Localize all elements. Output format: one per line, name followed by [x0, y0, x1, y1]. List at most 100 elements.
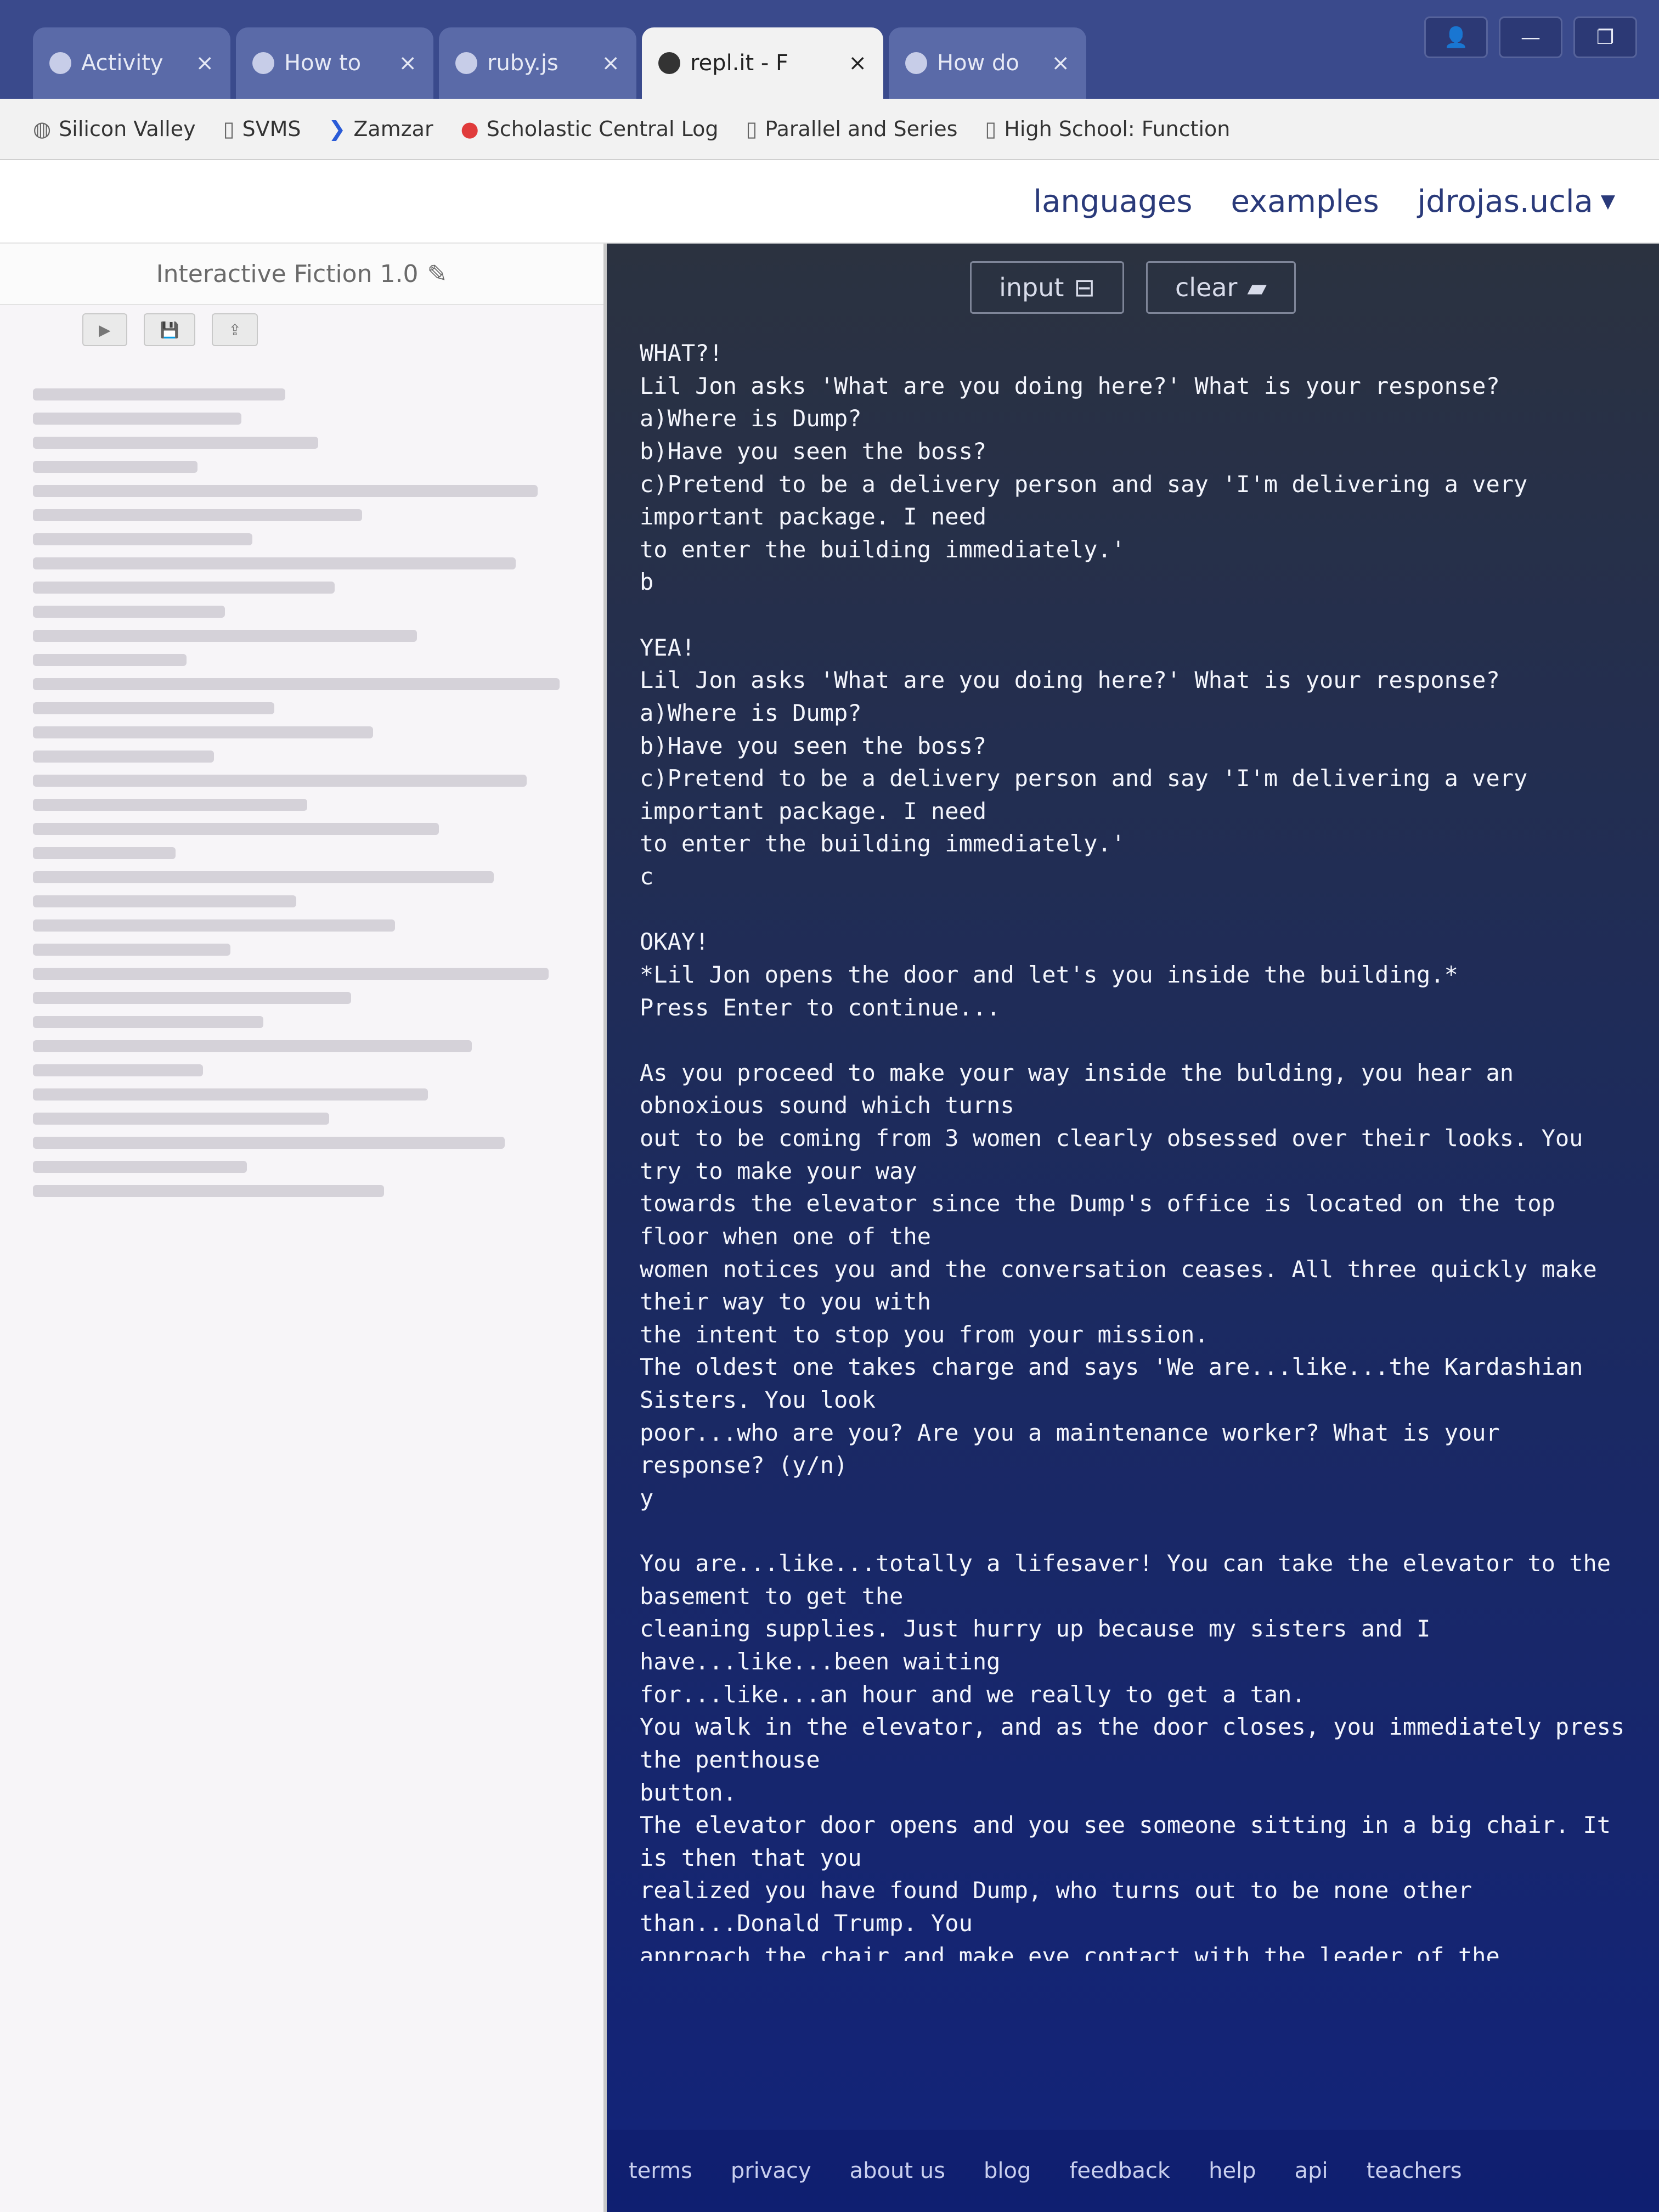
footer-link-help[interactable]: help [1209, 2158, 1256, 2183]
bookmark-label: High School: Function [1004, 117, 1231, 141]
footer-link-about[interactable]: about us [850, 2158, 945, 2183]
code-line [33, 895, 296, 907]
tab-label: How to [284, 50, 362, 76]
footer-link-terms[interactable]: terms [629, 2158, 692, 2183]
console-line: out to be coming from 3 women clearly ob… [640, 1125, 1597, 1184]
workspace: Interactive Fiction 1.0 ✎ ▶ 💾 ⇪ input ⊟ … [0, 244, 1659, 2212]
google-icon [455, 52, 477, 74]
bookmark-label: Zamzar [353, 117, 433, 141]
bookmark-zamzar[interactable]: ❯ Zamzar [329, 117, 433, 141]
console-line: poor...who are you? Are you a maintenanc… [640, 1419, 1514, 1479]
close-icon[interactable]: × [398, 50, 417, 76]
console-line: towards the elevator since the Dump's of… [640, 1190, 1570, 1250]
maximize-icon[interactable]: ❐ [1573, 16, 1637, 58]
console-line: Press Enter to continue... [640, 994, 1001, 1021]
footer-link-blog[interactable]: blog [984, 2158, 1031, 2183]
editor-pane: Interactive Fiction 1.0 ✎ ▶ 💾 ⇪ [0, 244, 607, 2212]
console-line: b)Have you seen the boss? [640, 437, 987, 465]
code-line [33, 606, 225, 618]
code-line [33, 1185, 384, 1197]
bookmark-svms[interactable]: ▯ SVMS [223, 117, 301, 141]
console-line: The elevator door opens and you see some… [640, 1812, 1625, 1871]
globe-icon: ◍ [33, 117, 52, 141]
nav-languages[interactable]: languages [1034, 184, 1193, 219]
replit-icon [658, 52, 680, 74]
console-line: OKAY! [640, 928, 709, 956]
tab-ruby[interactable]: ruby.js × [439, 27, 636, 99]
code-line [33, 1137, 505, 1149]
bookmark-silicon-valley[interactable]: ◍ Silicon Valley [33, 117, 196, 141]
console-line: button. [640, 1779, 737, 1806]
bookmark-parallel-series[interactable]: ▯ Parallel and Series [746, 117, 958, 141]
tab-activity[interactable]: Activity × [33, 27, 230, 99]
bookmark-label: Silicon Valley [59, 117, 196, 141]
code-line [33, 799, 307, 811]
console-line: c [640, 863, 654, 890]
clear-button[interactable]: clear ▰ [1146, 261, 1296, 314]
input-button[interactable]: input ⊟ [970, 261, 1124, 314]
share-icon[interactable]: ⇪ [212, 313, 258, 346]
code-line [33, 1016, 263, 1028]
input-icon: ⊟ [1074, 273, 1095, 302]
clear-label: clear [1175, 273, 1238, 302]
console-line: cleaning supplies. Just hurry up because… [640, 1615, 1444, 1675]
console-line: a)Where is Dump? [640, 405, 862, 432]
console-line: c)Pretend to be a delivery person and sa… [640, 470, 1542, 531]
console-pane: input ⊟ clear ▰ WHAT?! Lil Jon asks 'What… [607, 244, 1659, 2212]
bookmark-scholastic[interactable]: ● Scholastic Central Log [461, 117, 719, 141]
eraser-icon: ▰ [1247, 273, 1267, 302]
tab-label: ruby.js [487, 50, 558, 76]
profile-icon[interactable]: 👤 [1424, 16, 1488, 58]
console-line: b)Have you seen the boss? [640, 732, 987, 759]
minimize-icon[interactable]: — [1499, 16, 1562, 58]
run-icon[interactable]: ▶ [82, 313, 127, 346]
tab-how-do[interactable]: How do × [889, 27, 1086, 99]
pencil-icon[interactable]: ✎ [427, 260, 447, 288]
save-icon[interactable]: 💾 [143, 313, 196, 346]
tab-label: Activity [81, 50, 163, 76]
bookmark-high-school[interactable]: ▯ High School: Function [985, 117, 1230, 141]
editor-toolbar: ▶ 💾 ⇪ [0, 305, 603, 354]
footer-link-api[interactable]: api [1295, 2158, 1328, 2183]
code-line [33, 485, 538, 497]
console-line: Lil Jon asks 'What are you doing here?' … [640, 667, 1500, 694]
footer-link-teachers[interactable]: teachers [1367, 2158, 1462, 2183]
code-line [33, 582, 335, 594]
console-line: YEA! [640, 634, 696, 661]
console-line: y [640, 1484, 654, 1511]
favicon-icon [252, 52, 274, 74]
code-line [33, 413, 241, 425]
code-editor[interactable] [0, 354, 603, 1197]
console-line: b [640, 568, 654, 596]
user-menu[interactable]: jdrojas.ucla ▼ [1418, 184, 1615, 219]
username: jdrojas.ucla [1417, 183, 1593, 219]
tab-how-to[interactable]: How to × [236, 27, 433, 99]
bookmark-label: SVMS [242, 117, 301, 141]
close-icon[interactable]: × [601, 50, 620, 76]
close-icon[interactable]: × [848, 50, 867, 76]
nav-examples[interactable]: examples [1231, 184, 1379, 219]
footer-link-privacy[interactable]: privacy [731, 2158, 811, 2183]
tab-replit[interactable]: repl.it - F × [642, 27, 883, 99]
project-title[interactable]: Interactive Fiction 1.0 [156, 260, 419, 288]
console-line: a)Where is Dump? [640, 699, 862, 726]
project-title-bar: Interactive Fiction 1.0 ✎ [0, 244, 603, 305]
console-line: to enter the building immediately.' [640, 830, 1126, 857]
code-line [33, 919, 395, 932]
close-icon[interactable]: × [1051, 50, 1070, 76]
console-line: Lil Jon asks 'What are you doing here?' … [640, 372, 1500, 399]
favicon-icon [49, 52, 71, 74]
close-icon[interactable]: × [195, 50, 214, 76]
bookmarks-bar: ◍ Silicon Valley ▯ SVMS ❯ Zamzar ● Schol… [0, 99, 1659, 160]
code-line [33, 944, 230, 956]
console-output[interactable]: WHAT?! Lil Jon asks 'What are you doing h… [607, 331, 1659, 1961]
console-line: for...like...an hour and we really to ge… [640, 1680, 1306, 1708]
code-line [33, 1161, 247, 1173]
code-line [33, 437, 318, 449]
footer-link-feedback[interactable]: feedback [1069, 2158, 1170, 2183]
code-line [33, 557, 516, 569]
